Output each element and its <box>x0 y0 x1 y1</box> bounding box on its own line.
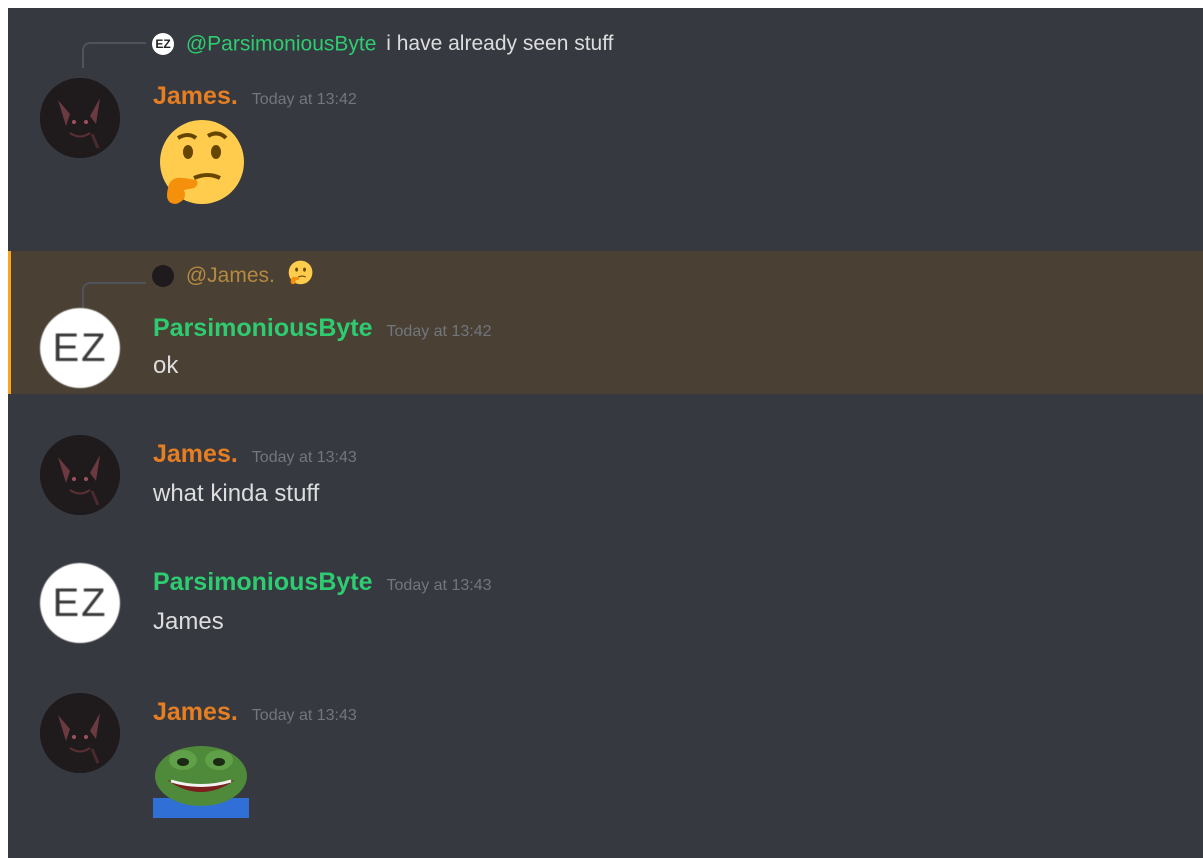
reply-avatar <box>152 265 174 287</box>
reply-connector <box>82 42 146 68</box>
message-item: James. Today at 13:43 what kinda stuff <box>8 418 1203 528</box>
reply-text: i have already seen stuff <box>386 32 614 56</box>
reply-mention[interactable]: @James. <box>186 264 275 287</box>
message-item: James. Today at 13:43 <box>8 678 1203 838</box>
author-name[interactable]: ParsimoniousByte <box>153 314 373 342</box>
timestamp: Today at 13:43 <box>251 449 357 466</box>
reply-connector <box>82 282 146 308</box>
timestamp: Today at 13:43 <box>251 707 357 724</box>
message-item-highlighted: @James. EZ ParsimoniousByte Today at 13:4… <box>8 251 1203 394</box>
message-header: James. Today at 13:42 <box>153 82 357 111</box>
avatar[interactable] <box>40 78 120 158</box>
reply-mention[interactable]: @ParsimoniousByte <box>186 32 377 55</box>
author-name[interactable]: ParsimoniousByte <box>153 568 373 596</box>
avatar[interactable] <box>40 693 120 773</box>
message-item: EZ @ParsimoniousByte i have already seen… <box>8 8 1203 238</box>
pepe-laugh-emote-icon <box>153 740 249 818</box>
reply-avatar: EZ <box>152 33 174 56</box>
chat-message-list: EZ @ParsimoniousByte i have already seen… <box>8 8 1203 858</box>
message-content: what kinda stuff <box>153 480 320 507</box>
message-content: ok <box>153 352 179 379</box>
message-header: ParsimoniousByte Today at 13:42 <box>153 314 491 343</box>
author-name[interactable]: James. <box>153 82 238 110</box>
demon-avatar-icon <box>40 435 120 515</box>
message-content: James <box>153 608 224 635</box>
timestamp: Today at 13:42 <box>386 323 492 340</box>
demon-avatar-icon <box>40 78 120 158</box>
timestamp: Today at 13:43 <box>386 577 492 594</box>
avatar[interactable]: EZ <box>40 308 120 388</box>
message-item: EZ ParsimoniousByte Today at 13:43 James <box>8 548 1203 658</box>
message-header: James. Today at 13:43 <box>153 440 357 469</box>
author-name[interactable]: James. <box>153 698 238 726</box>
message-header: James. Today at 13:43 <box>153 698 357 727</box>
avatar[interactable] <box>40 435 120 515</box>
author-name[interactable]: James. <box>153 440 238 468</box>
timestamp: Today at 13:42 <box>251 91 357 108</box>
demon-avatar-icon <box>40 693 120 773</box>
thinking-face-emoji-icon <box>154 118 246 210</box>
reply-reference[interactable]: EZ @ParsimoniousByte i have already seen… <box>152 32 614 56</box>
thinking-face-emoji-icon <box>287 260 313 292</box>
message-header: ParsimoniousByte Today at 13:43 <box>153 568 491 597</box>
reply-reference[interactable]: @James. <box>152 260 313 292</box>
avatar[interactable]: EZ <box>40 563 120 643</box>
